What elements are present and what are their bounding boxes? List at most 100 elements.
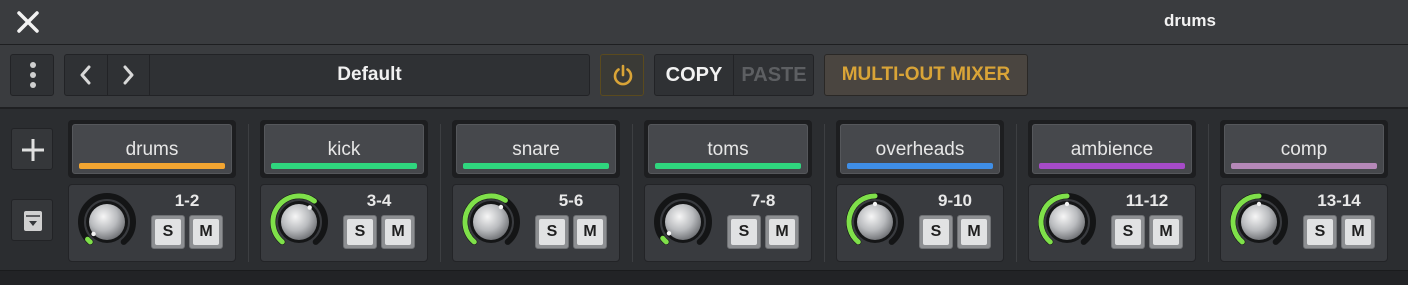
mute-button[interactable]: M <box>1149 215 1183 249</box>
strip-name-label: toms <box>707 139 749 160</box>
strip-name-frame: comp <box>1220 120 1388 178</box>
strip-name-button[interactable]: drums <box>72 124 232 174</box>
strip-name-frame: drums <box>68 120 236 178</box>
solo-label: S <box>731 219 757 245</box>
strip-name-label: kick <box>327 139 361 160</box>
download-box-icon <box>24 211 42 231</box>
solo-button[interactable]: S <box>343 215 377 249</box>
strip-color-bar <box>463 163 609 169</box>
strip-controls: 7-8 S M <box>644 184 812 262</box>
menu-button[interactable] <box>10 54 54 96</box>
solo-button[interactable]: S <box>535 215 569 249</box>
channel-strip: snare 5-6 S M <box>452 118 620 262</box>
solo-label: S <box>155 219 181 245</box>
solo-button[interactable]: S <box>1303 215 1337 249</box>
solo-button[interactable]: S <box>727 215 761 249</box>
volume-knob[interactable] <box>77 192 137 256</box>
strip-controls: 9-10 S M <box>836 184 1004 262</box>
copy-paste-group: COPY PASTE <box>654 54 814 96</box>
title-bar: drums <box>0 0 1408 45</box>
previous-preset-button[interactable] <box>65 55 108 95</box>
strip-color-bar <box>79 163 225 169</box>
strip-name-button[interactable]: ambience <box>1032 124 1192 174</box>
solo-label: S <box>1307 219 1333 245</box>
chevron-left-icon <box>80 65 91 85</box>
volume-knob[interactable] <box>461 192 521 256</box>
strip-controls: 1-2 S M <box>68 184 236 262</box>
strip-name-frame: kick <box>260 120 428 178</box>
channel-strip: toms 7-8 S M <box>644 118 812 262</box>
strip-name-label: overheads <box>875 139 965 160</box>
strip-name-button[interactable]: comp <box>1224 124 1384 174</box>
chevron-right-icon <box>123 65 134 85</box>
next-preset-button[interactable] <box>107 55 150 95</box>
mute-button[interactable]: M <box>957 215 991 249</box>
paste-button[interactable]: PASTE <box>734 55 814 95</box>
channel-strip: kick 3-4 S M <box>260 118 428 262</box>
volume-knob[interactable] <box>1229 192 1289 256</box>
strip-divider <box>632 124 633 262</box>
channel-strip: ambience 11-12 S M <box>1028 118 1196 262</box>
multi-out-mixer-button[interactable]: MULTI-OUT MIXER <box>824 54 1028 96</box>
channel-numbers: 3-4 <box>366 191 392 210</box>
channel-strip: drums 1-2 S M <box>68 118 236 262</box>
strip-name-frame: ambience <box>1028 120 1196 178</box>
channel-strip: comp 13-14 S M <box>1220 118 1388 262</box>
channel-numbers: 9-10 <box>937 191 973 210</box>
solo-button[interactable]: S <box>1111 215 1145 249</box>
channel-numbers: 11-12 <box>1125 191 1169 210</box>
plus-icon <box>22 139 44 161</box>
toolbar: Default COPY PASTE MULTI-OUT MIXER <box>0 45 1408 109</box>
strip-divider <box>824 124 825 262</box>
solo-label: S <box>347 219 373 245</box>
solo-button[interactable]: S <box>919 215 953 249</box>
mute-button[interactable]: M <box>573 215 607 249</box>
strip-name-label: snare <box>512 139 560 160</box>
volume-knob[interactable] <box>1037 192 1097 256</box>
strip-color-bar <box>1039 163 1185 169</box>
strip-divider <box>1208 124 1209 262</box>
channel-numbers: 5-6 <box>558 191 584 210</box>
strip-name-button[interactable]: toms <box>648 124 808 174</box>
strip-controls: 11-12 S M <box>1028 184 1196 262</box>
volume-knob[interactable] <box>845 192 905 256</box>
mute-button[interactable]: M <box>765 215 799 249</box>
window-title: drums <box>1164 11 1216 30</box>
strip-divider <box>1016 124 1017 262</box>
more-vertical-icon <box>30 62 36 92</box>
mute-button[interactable]: M <box>189 215 223 249</box>
strip-name-button[interactable]: kick <box>264 124 424 174</box>
add-output-button[interactable] <box>11 128 53 170</box>
volume-knob[interactable] <box>653 192 713 256</box>
power-button[interactable] <box>600 54 644 96</box>
mute-button[interactable]: M <box>1341 215 1375 249</box>
strip-controls: 3-4 S M <box>260 184 428 262</box>
strip-controls: 5-6 S M <box>452 184 620 262</box>
solo-button[interactable]: S <box>151 215 185 249</box>
volume-knob[interactable] <box>269 192 329 256</box>
strip-name-frame: overheads <box>836 120 1004 178</box>
copy-button[interactable]: COPY <box>655 55 734 95</box>
strip-name-frame: toms <box>644 120 812 178</box>
strip-color-bar <box>1231 163 1377 169</box>
strip-name-frame: snare <box>452 120 620 178</box>
solo-label: S <box>1115 219 1141 245</box>
mute-label: M <box>961 219 987 245</box>
close-icon[interactable] <box>14 8 42 36</box>
mute-button[interactable]: M <box>381 215 415 249</box>
channel-numbers: 7-8 <box>750 191 776 210</box>
preset-name[interactable]: Default <box>150 55 589 95</box>
strip-name-button[interactable]: overheads <box>840 124 1000 174</box>
power-icon <box>613 64 633 86</box>
strip-divider <box>248 124 249 262</box>
mute-label: M <box>769 219 795 245</box>
strip-name-label: drums <box>125 139 179 160</box>
strip-controls: 13-14 S M <box>1220 184 1388 262</box>
mute-label: M <box>577 219 603 245</box>
collapse-button[interactable] <box>11 199 53 241</box>
mute-label: M <box>1345 219 1371 245</box>
mute-label: M <box>1153 219 1179 245</box>
strip-name-button[interactable]: snare <box>456 124 616 174</box>
strip-name-label: comp <box>1280 139 1328 160</box>
solo-label: S <box>923 219 949 245</box>
